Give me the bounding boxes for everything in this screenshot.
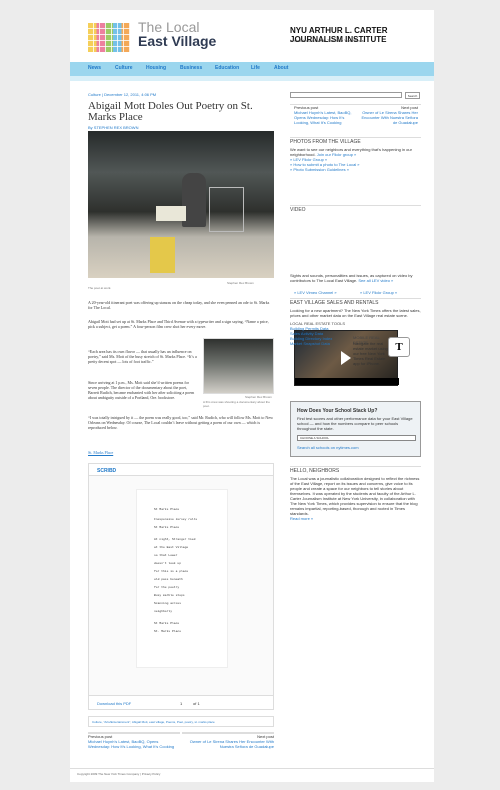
poet-photo xyxy=(88,131,274,278)
article-date: December 12, 2011, 4:06 PM xyxy=(104,92,157,97)
logo-title-line2[interactable]: East Village xyxy=(138,33,216,49)
nyt-collaboration: in Collaboration with The New York Times xyxy=(290,38,364,43)
read-more-link[interactable]: Read more » xyxy=(290,516,421,521)
paragraph-4: Since arriving at 1 p.m., Ms. Mott said … xyxy=(88,380,195,400)
paragraph-5: “I was totally intrigued by it — the poe… xyxy=(88,415,273,430)
local-logo-icon[interactable] xyxy=(88,23,130,52)
page-count: of 1 xyxy=(193,701,200,706)
article-title: Abigail Mott Doles Out Poetry on St. Mar… xyxy=(88,100,253,123)
nav-life[interactable]: Life xyxy=(251,65,260,71)
video-section: VIDEO Sights and sounds, personalities a… xyxy=(290,205,421,386)
school-select[interactable]: CHOOSE A SCHOOL xyxy=(297,435,416,441)
paragraph-2: Abigail Mott had set up at St. Marks Pla… xyxy=(88,319,269,329)
article: Culture | December 12, 2011, 4:06 PM Abi… xyxy=(88,92,274,749)
photos-section: PHOTOS FROM THE VILLAGE We want to see o… xyxy=(290,137,421,207)
hello-title: HELLO, NEIGHBORS xyxy=(290,468,340,474)
sales-section: EAST VILLAGE SALES AND RENTALS Looking f… xyxy=(290,298,421,368)
sidebar-post-nav: Previous post Michael Huynh’s Latest, Bao… xyxy=(290,104,421,130)
mobile-text: Navigate the real estate market using ou… xyxy=(353,341,388,366)
sales-text: Looking for a new apartment? The New Yor… xyxy=(290,308,421,318)
survey-title: How Does Your School Stack Up? xyxy=(297,408,378,414)
nav-culture[interactable]: Culture xyxy=(115,65,133,71)
photo-link-3[interactable]: » Photo Submission Guidelines » xyxy=(290,167,421,172)
article-tags[interactable]: Culture, "Arts/Entertainment", Abigail M… xyxy=(88,716,274,727)
sidebar-prev[interactable]: Previous post Michael Huynh’s Latest, Bao… xyxy=(294,105,352,125)
sidebar-next[interactable]: Next post Owner of Le Sirena Shares Her E… xyxy=(360,105,418,125)
photo-credit: Stephen Rex Brown xyxy=(227,281,254,285)
school-survey: How Does Your School Stack Up? Find test… xyxy=(290,401,421,457)
nyu-mark: NYU xyxy=(290,26,307,35)
nyt-app-icon[interactable]: T xyxy=(388,337,410,357)
video-text: Sights and sounds, personalities and iss… xyxy=(290,273,413,283)
film-crew-photo xyxy=(203,338,274,394)
flickr-video-link[interactable]: » LEV Flickr Group » xyxy=(360,290,397,295)
masthead: The Local East Village NYU ARTHUR L. CAR… xyxy=(70,10,434,62)
photos-text: We want to see our neighbors and everyth… xyxy=(290,147,412,157)
scribd-viewer: SCRIBD St Marks Place Inexpensive Jersey … xyxy=(88,463,274,710)
download-pdf-link[interactable]: Download this PDF xyxy=(97,701,131,706)
article-meta: Culture | December 12, 2011, 4:06 PM xyxy=(88,92,157,97)
main-navigation: News Culture Housing Business Education … xyxy=(70,62,434,76)
search-input[interactable] xyxy=(290,92,402,98)
next-post[interactable]: Next post Owner of Le Sirena Shares Her E… xyxy=(182,732,274,758)
category-link[interactable]: Culture xyxy=(88,92,101,97)
page: The Local East Village NYU ARTHUR L. CAR… xyxy=(70,10,434,782)
paragraph-3: “Each area has its own flavor — that usu… xyxy=(88,349,197,364)
scribd-logo[interactable]: SCRIBD xyxy=(97,468,116,474)
previous-post[interactable]: Previous post Michael Huynh’s Latest, Bao… xyxy=(88,732,180,758)
scribd-toolbar: SCRIBD xyxy=(89,464,273,476)
inset-credit: Stephen Rex Brown xyxy=(245,395,272,399)
video-title: VIDEO xyxy=(290,207,306,213)
hello-section: HELLO, NEIGHBORS The Local was a journal… xyxy=(290,466,421,566)
school-search-link[interactable]: Search all schools on nytimes.com xyxy=(297,445,359,450)
inset-caption: A film crew was shooting a documentary a… xyxy=(203,400,270,408)
nav-business[interactable]: Business xyxy=(180,65,202,71)
vimeo-link[interactable]: » LEV Vimeo Channel » xyxy=(294,290,337,295)
video-controls[interactable] xyxy=(295,378,399,385)
nav-about[interactable]: About xyxy=(274,65,288,71)
scribd-footer: Download this PDF 1 of 1 xyxy=(89,695,273,709)
prev-title[interactable]: Michael Huynh’s Latest, BaoBQ, Opens Wed… xyxy=(88,739,180,749)
photos-title: PHOTOS FROM THE VILLAGE xyxy=(290,139,361,145)
poem-document: St Marks Place Inexpensive Jersey rolls St… xyxy=(136,489,228,668)
nav-news[interactable]: News xyxy=(88,65,101,71)
hello-text: The Local was a journalistic collaborati… xyxy=(290,476,420,516)
nyu-name: ARTHUR L. CARTER xyxy=(308,26,388,35)
search-button[interactable]: Search xyxy=(405,92,420,99)
nav-housing[interactable]: Housing xyxy=(146,65,166,71)
st-marks-link[interactable]: St. Marks Place xyxy=(88,450,113,455)
nav-education[interactable]: Education xyxy=(215,65,239,71)
next-title[interactable]: Owner of Le Sirena Shares Her Encounter … xyxy=(182,739,274,749)
paragraph-1: A 20-year-old itinerant poet was offerin… xyxy=(88,300,270,310)
footer: Copyright 2009 The New York Times Compan… xyxy=(70,768,434,778)
sales-title: EAST VILLAGE SALES AND RENTALS xyxy=(290,300,379,306)
survey-text: Find test scores and other performance d… xyxy=(297,416,413,431)
photo-caption: The poet at work. xyxy=(88,286,112,290)
sub-navigation xyxy=(70,76,434,81)
byline[interactable]: By STEPHEN REX BROWN xyxy=(88,125,274,130)
page-number[interactable]: 1 xyxy=(180,701,182,706)
